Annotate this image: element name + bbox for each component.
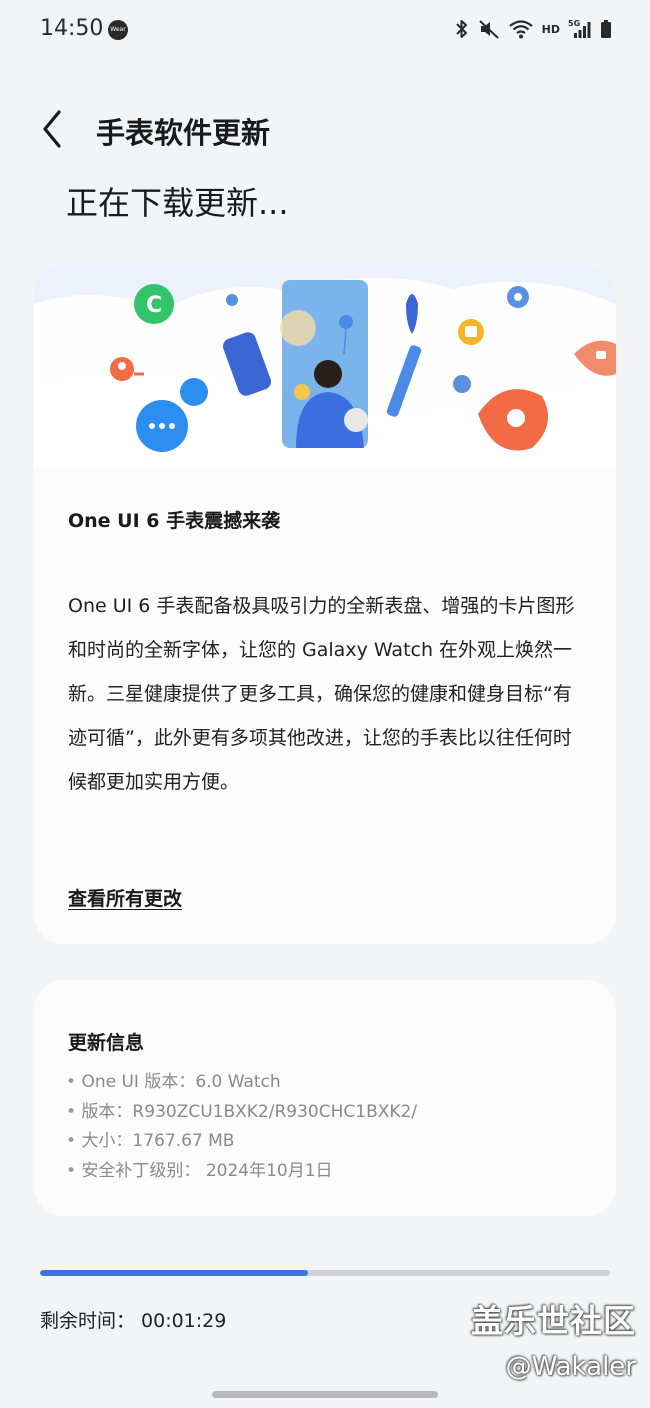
download-status-heading: 正在下载更新... (66, 184, 289, 222)
mute-icon (478, 20, 499, 39)
battery-icon (601, 20, 611, 38)
chevron-left-icon (43, 110, 61, 148)
status-time: 14:50 (40, 16, 104, 41)
update-info-title: 更新信息 (68, 1032, 145, 1054)
feature-description: One UI 6 手表配备极具吸引力的全新表盘、增强的卡片图形和时尚的全新字体，… (68, 595, 575, 793)
bluetooth-icon (455, 20, 467, 38)
wifi-icon (508, 20, 533, 39)
feature-title: One UI 6 手表震撼来袭 (68, 510, 281, 532)
view-all-changes-link[interactable]: 查看所有更改 (68, 884, 182, 911)
page-title: 手表软件更新 (96, 116, 271, 150)
download-progress-fill (40, 1270, 308, 1276)
info-item-security-patch: 安全补丁级别： 2024年10月1日 (66, 1157, 417, 1187)
remaining-time: 剩余时间： 00:01:29 (40, 1306, 226, 1333)
home-indicator[interactable] (212, 1391, 438, 1398)
watermark: 盖乐世社区 @Wakaler (471, 1296, 636, 1382)
watermark-author: @Wakaler (505, 1352, 636, 1382)
signal-5g-icon: 5G (568, 19, 591, 38)
promo-illustration: C (34, 264, 616, 468)
svg-text:C: C (146, 293, 162, 318)
hd-icon: HD (541, 22, 560, 36)
watermark-community: 盖乐世社区 (470, 1302, 636, 1340)
illustration-art: C (34, 277, 616, 468)
info-item-oneui-version: One UI 版本：6.0 Watch (66, 1068, 417, 1098)
update-info-list: One UI 版本：6.0 Watch 版本：R930ZCU1BXK2/R930… (66, 1068, 417, 1186)
info-item-size: 大小：1767.67 MB (66, 1127, 417, 1157)
remaining-time-value: 00:01:29 (141, 1310, 227, 1332)
remaining-time-label: 剩余时间： (40, 1310, 136, 1332)
release-notes-card: C One UI 6 手表震撼来袭 One UI 6 手表配备极具吸引力的全新表… (34, 264, 616, 944)
status-bar: 14:50 Wear HD 5G (0, 0, 650, 62)
download-progress-bar (40, 1270, 610, 1276)
status-icons: HD 5G (454, 18, 612, 40)
wear-app-icon: Wear (108, 20, 128, 40)
update-info-card: 更新信息 One UI 版本：6.0 Watch 版本：R930ZCU1BXK2… (34, 980, 616, 1216)
info-item-build-version: 版本：R930ZCU1BXK2/R930CHC1BXK2/ (66, 1098, 417, 1128)
back-button[interactable] (34, 106, 74, 152)
svg-text:5G: 5G (568, 19, 580, 28)
